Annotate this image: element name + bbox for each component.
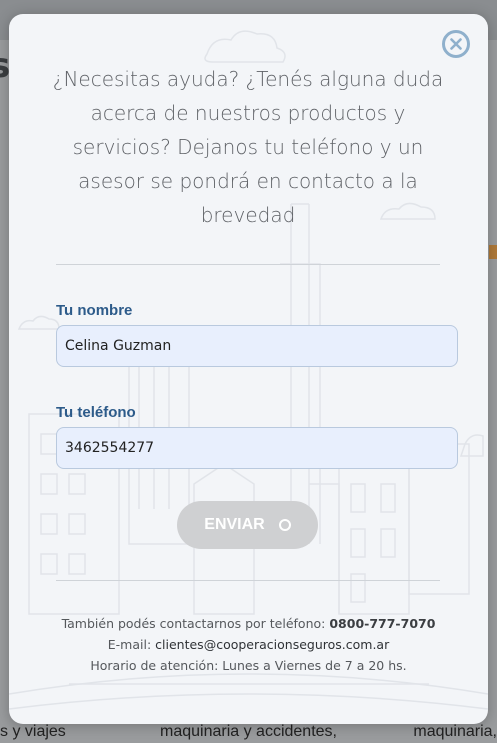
phone-contact-number: 0800-777-7070 [329, 616, 436, 631]
background-text-left: s y viajes [0, 723, 66, 740]
email-contact-prefix: E-mail: [107, 637, 152, 652]
send-button[interactable]: ENVIAR [177, 501, 318, 549]
help-headline: ¿Necesitas ayuda? ¿Tenés alguna duda ace… [52, 67, 444, 227]
contact-modal: ¿Necesitas ayuda? ¿Tenés alguna duda ace… [9, 14, 488, 724]
close-button[interactable] [442, 30, 470, 58]
email-contact-address[interactable]: clientes@cooperacionseguros.com.ar [155, 637, 389, 652]
background-right-edge [487, 40, 497, 740]
name-label: Tu nombre [56, 302, 133, 319]
email-contact-line: E-mail: clientes@cooperacionseguros.com.… [9, 637, 488, 652]
background-text-right: maquinaria, [413, 723, 497, 740]
phone-contact-prefix: También podés contactarnos por teléfono: [61, 616, 326, 631]
close-circle-icon [450, 38, 462, 50]
background-text-center: maquinaria y accidentes, [160, 723, 337, 740]
office-hours: Horario de atención: Lunes a Viernes de … [90, 658, 407, 673]
top-divider [56, 264, 440, 265]
phone-contact-line: También podés contactarnos por teléfono:… [9, 616, 488, 631]
background-badge [489, 245, 497, 259]
phone-label: Tu teléfono [56, 404, 136, 421]
loading-spinner-icon [278, 519, 291, 531]
send-button-label: ENVIAR [204, 516, 265, 533]
phone-input[interactable] [56, 427, 458, 469]
name-input[interactable] [56, 325, 458, 367]
bottom-divider [56, 580, 440, 581]
